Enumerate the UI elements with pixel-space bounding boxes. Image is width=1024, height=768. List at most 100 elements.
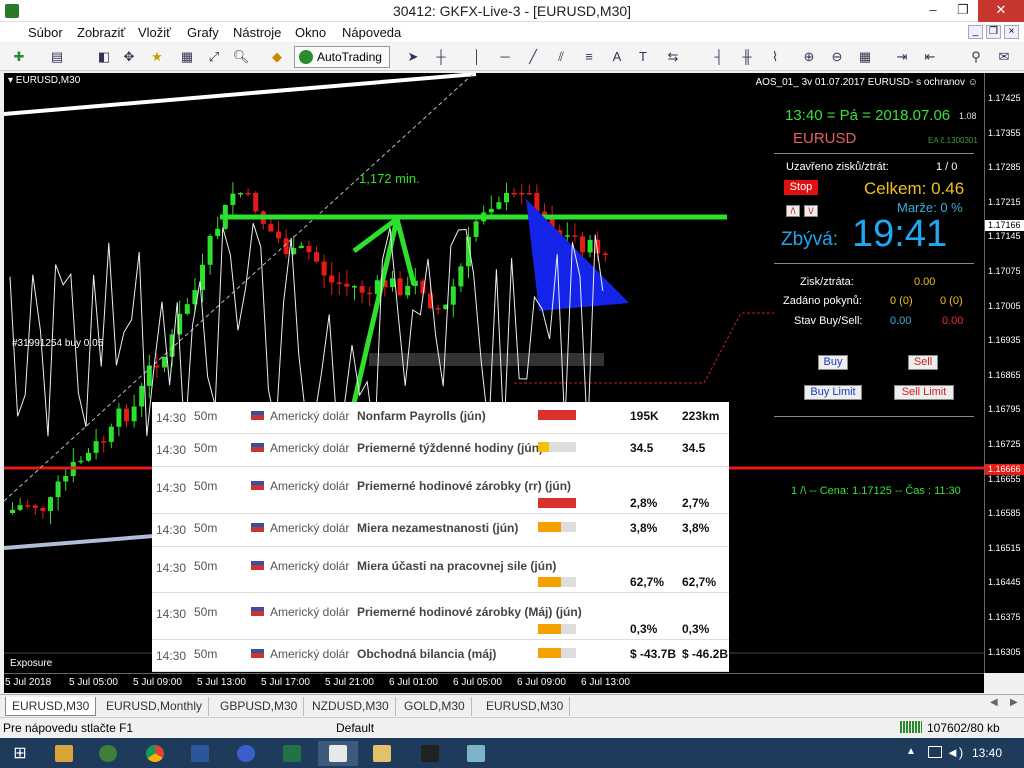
news-row[interactable]: 14:30 50m Americký dolár Obchodná bilancia …	[152, 640, 729, 672]
task-chrome-icon[interactable]	[135, 741, 175, 766]
chart-tab[interactable]: EURUSD,M30	[480, 697, 571, 716]
tab-scroll-left-icon[interactable]: ◀	[990, 697, 998, 708]
task-files-icon[interactable]	[362, 741, 402, 766]
buy-limit-button[interactable]: Buy Limit	[804, 385, 862, 400]
market-watch-icon[interactable]: ◧	[95, 48, 113, 66]
news-row[interactable]: 14:30 50m Americký dolár Priemerné hodinové…	[152, 467, 729, 514]
candle-body	[496, 202, 502, 209]
zoom-window-icon[interactable]: 🔍︎	[232, 48, 250, 66]
tab-scroll-right-icon[interactable]: ▶	[1010, 697, 1018, 708]
channel-icon[interactable]: ⫽	[552, 48, 570, 66]
trendline-icon[interactable]: ╱	[524, 48, 542, 66]
vertical-line-icon[interactable]: │	[468, 48, 486, 66]
tray-network-icon[interactable]	[928, 746, 942, 758]
zoom-out-icon[interactable]: ⊖	[828, 48, 846, 66]
tray-volume-icon[interactable]: ◄)	[946, 745, 963, 760]
menu-vlozit[interactable]: Vložiť	[138, 25, 171, 40]
chart-tab[interactable]: GOLD,M30	[398, 697, 472, 716]
mdi-close-icon[interactable]: ×	[1004, 25, 1019, 39]
menu-napoveda[interactable]: Nápoveda	[342, 25, 401, 40]
up-arrow-icon[interactable]: /\	[786, 205, 800, 217]
start-button[interactable]: ⊞	[0, 741, 40, 766]
task-word-icon[interactable]	[180, 741, 220, 766]
chart-shift-icon[interactable]: ⇤	[921, 48, 939, 66]
arrows-icon[interactable]: ⇆	[664, 48, 682, 66]
min-label: 1,172 min.	[359, 171, 420, 186]
price-tick-label: 1.16445	[988, 577, 1021, 588]
chat-icon[interactable]: ✉	[995, 48, 1013, 66]
task-mt4-icon[interactable]	[456, 741, 496, 766]
news-row[interactable]: 14:30 50m Americký dolár Miera účasti na pr…	[152, 547, 729, 593]
news-row[interactable]: 14:30 50m Americký dolár Miera nezamestnano…	[152, 514, 729, 547]
price-axis[interactable]: 1.17425 1.17355 1.17285 1.17215 1.17145 1.170…	[984, 73, 1024, 673]
candle-chart-icon[interactable]: ╫	[738, 48, 756, 66]
terminal-icon[interactable]: ▦	[178, 48, 196, 66]
sell-limit-button[interactable]: Sell Limit	[894, 385, 954, 400]
menu-grafy[interactable]: Grafy	[187, 25, 219, 40]
news-row[interactable]: 14:30 50m Americký dolár Nonfarm Payrolls (…	[152, 402, 729, 434]
bar-chart-icon[interactable]: ┤	[710, 48, 728, 66]
fibonacci-icon[interactable]: ≡	[580, 48, 598, 66]
impact-bar-fill	[538, 498, 576, 508]
info-line: 1 /\ -- Cena: 1.17125 -- Čas : 11:30	[791, 485, 961, 497]
text-icon[interactable]: A	[608, 48, 626, 66]
time-tick-label: 5 Jul 17:00	[261, 677, 310, 688]
candle-body	[329, 275, 335, 283]
task-explorer-folder-icon[interactable]	[44, 741, 84, 766]
mdi-minimize-icon[interactable]: _	[968, 25, 983, 39]
candle-body	[276, 231, 281, 239]
task-paint-icon[interactable]	[226, 741, 266, 766]
candle-body	[298, 245, 304, 249]
line-chart-icon[interactable]: ⌇	[766, 48, 784, 66]
stop-button[interactable]: Stop	[784, 180, 818, 195]
chart-tab[interactable]: NZDUSD,M30	[306, 697, 396, 716]
navigator-icon[interactable]: ✥	[120, 48, 138, 66]
crosshair-icon[interactable]: ┼	[432, 48, 450, 66]
tester-icon[interactable]: ⤢	[205, 48, 223, 66]
panel-divider-2	[774, 263, 974, 264]
profiles-icon[interactable]: ▤	[48, 48, 66, 66]
chart-tab[interactable]: EURUSD,Monthly	[100, 697, 210, 716]
news-forecast: 0,3%	[682, 622, 710, 636]
us-flag-icon	[251, 561, 264, 570]
chart-symbol-label[interactable]: ▾ EURUSD,M30	[8, 75, 80, 86]
favorites-icon[interactable]: ★	[148, 48, 166, 66]
tile-windows-icon[interactable]: ▦	[856, 48, 874, 66]
menu-subor[interactable]: Súbor	[28, 25, 63, 40]
task-xm-icon[interactable]	[410, 741, 450, 766]
label-icon[interactable]: T	[634, 48, 652, 66]
total-value: Celkem: 0.46	[864, 179, 965, 198]
time-axis[interactable]: 5 Jul 2018 5 Jul 05:00 5 Jul 09:00 5 Jul 13…	[4, 673, 984, 693]
down-arrow-icon[interactable]: \/	[804, 205, 818, 217]
search-icon[interactable]: ⚲	[967, 48, 985, 66]
buy-button[interactable]: Buy	[818, 355, 848, 370]
horizontal-line-icon[interactable]: ─	[496, 48, 514, 66]
restore-button[interactable]: ❐	[948, 0, 978, 22]
candle-body	[116, 408, 122, 427]
tray-up-icon[interactable]: ▲	[906, 746, 916, 757]
mdi-restore-icon[interactable]: ❐	[986, 25, 1001, 39]
menu-nastroje[interactable]: Nástroje	[233, 25, 281, 40]
news-forecast: $ -46.2B	[682, 647, 729, 661]
news-row[interactable]: 14:30 50m Americký dolár Priemerné hodinové…	[152, 593, 729, 640]
autoscroll-icon[interactable]: ⇥	[893, 48, 911, 66]
zoom-in-icon[interactable]: ⊕	[800, 48, 818, 66]
menu-okno[interactable]: Okno	[295, 25, 326, 40]
task-xtrader-icon[interactable]	[318, 741, 358, 766]
autotrading-button[interactable]: AutoTrading	[294, 46, 390, 68]
chart-tab[interactable]: EURUSD,M30	[5, 697, 97, 716]
task-globe-icon[interactable]	[88, 741, 128, 766]
cursor-icon[interactable]: ➤	[404, 48, 422, 66]
close-button[interactable]: ✕	[978, 0, 1024, 22]
chart-tab[interactable]: GBPUSD,M30	[214, 697, 305, 716]
economic-calendar-table[interactable]: 14:30 50m Americký dolár Nonfarm Payrolls (…	[152, 402, 729, 672]
menu-zobrazit[interactable]: Zobraziť	[77, 25, 125, 40]
expert-icon[interactable]: ◆	[268, 48, 286, 66]
news-row[interactable]: 14:30 50m Americký dolár Priemerné týždenné…	[152, 434, 729, 467]
task-excel-icon[interactable]	[272, 741, 312, 766]
sell-button[interactable]: Sell	[908, 355, 938, 370]
price-tick-label: 1.17075	[988, 266, 1021, 276]
minimize-button[interactable]: –	[918, 0, 948, 22]
panel-divider	[774, 153, 974, 154]
new-chart-icon[interactable]: ✚	[10, 48, 28, 66]
